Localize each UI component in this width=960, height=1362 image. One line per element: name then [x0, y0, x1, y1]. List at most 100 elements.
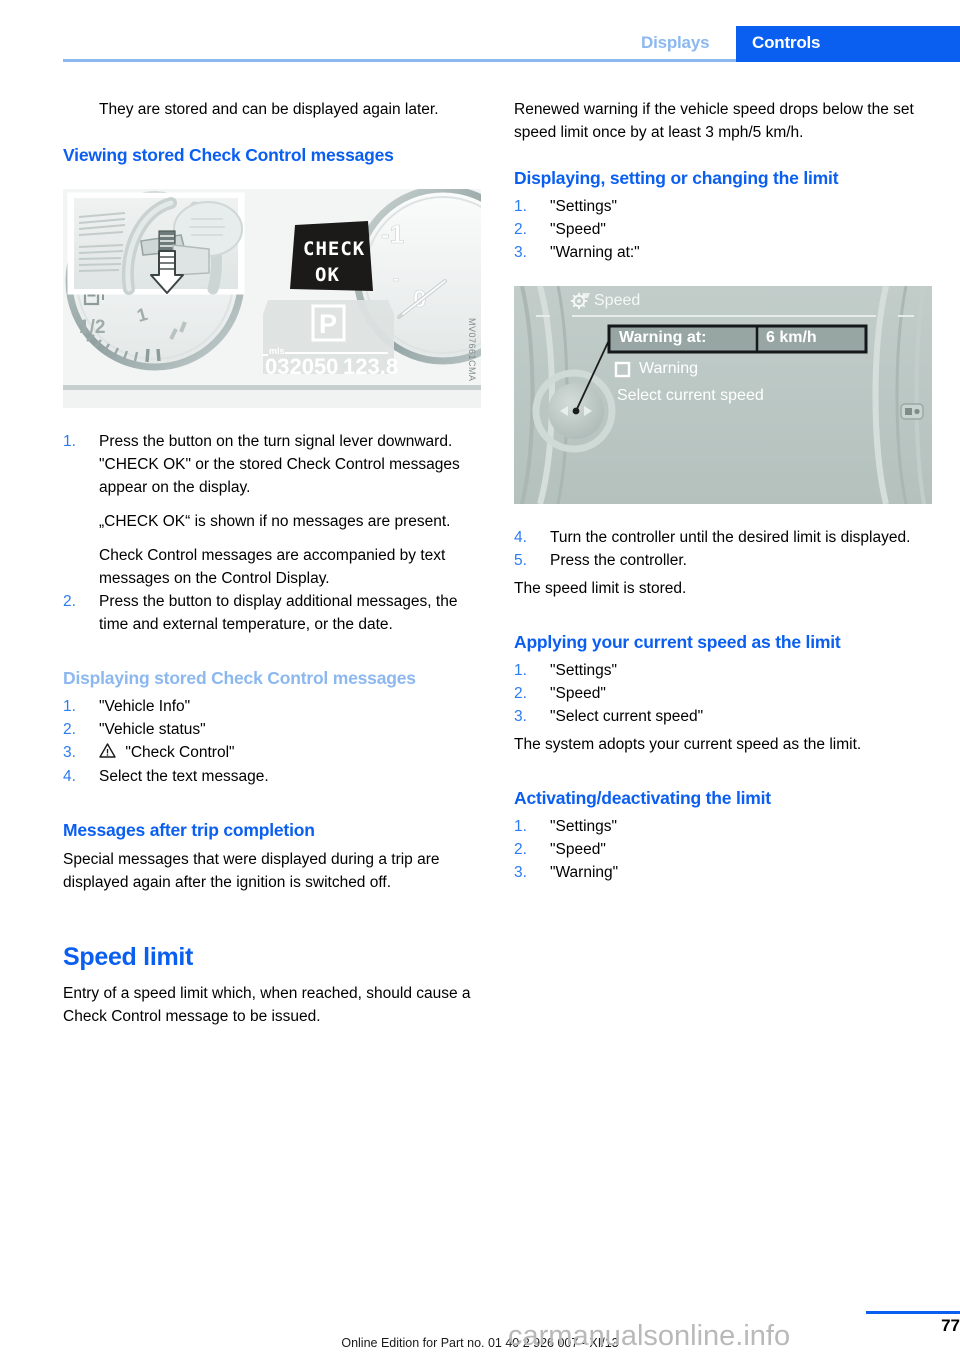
- list-item: 3. "Check Control": [63, 741, 481, 765]
- list-item: 3. "Warning at:": [514, 241, 932, 264]
- figure-idrive-speed-screen: Speed Warning at: 6 km/h Warning Select …: [514, 286, 932, 504]
- step-number: 2.: [514, 221, 527, 238]
- warning-triangle-icon: [99, 742, 116, 765]
- idrive-row-value[interactable]: 6 km/h: [766, 329, 817, 347]
- heading-activating-deactivating: Activating/deactivating the limit: [514, 788, 771, 808]
- step-text: "Select current speed": [550, 708, 704, 725]
- list-item: 2. "Speed": [514, 838, 932, 861]
- heading-displaying-setting-limit: Displaying, setting or changing the limi…: [514, 168, 839, 188]
- page-header: Displays Controls: [0, 0, 960, 62]
- step-text: Press the button on the turn signal leve…: [99, 433, 460, 496]
- list-item: 3. "Select current speed": [514, 705, 932, 728]
- step-text: Press the controller.: [550, 552, 687, 569]
- steps-applying-list: 1. "Settings" 2. "Speed" 3. "Select curr…: [514, 659, 932, 728]
- list-item: 2. Press the button to display additiona…: [63, 590, 481, 636]
- step-text: "Speed": [550, 685, 606, 702]
- step-text: "Warning": [550, 864, 619, 881]
- left-column: They are stored and can be displayed aga…: [63, 98, 481, 1028]
- steps-after-figure-list: 4. Turn the controller until the desired…: [514, 526, 932, 572]
- page-title-speed-limit: Speed limit: [63, 943, 194, 971]
- svg-text:1/2: 1/2: [79, 317, 105, 338]
- intro-paragraph: They are stored and can be displayed aga…: [99, 101, 439, 118]
- step-number: 5.: [514, 552, 527, 569]
- site-watermark: carmanualsonline.info: [508, 1320, 791, 1352]
- list-item: 4. Select the text message.: [63, 765, 481, 788]
- step-number: 2.: [63, 593, 76, 610]
- step-number: 3.: [514, 244, 527, 261]
- heading-displaying-stored-messages: Displaying stored Check Control messages: [63, 668, 416, 688]
- svg-text:123.8: 123.8: [343, 354, 398, 379]
- page-number: 77: [941, 1316, 960, 1335]
- list-item: 2. "Vehicle status": [63, 718, 481, 741]
- step-text: "Vehicle status": [99, 721, 206, 738]
- heading-viewing-stored-messages: Viewing stored Check Control messages: [63, 145, 394, 165]
- step-number: 1.: [63, 698, 76, 715]
- step-number: 2.: [514, 685, 527, 702]
- steps-viewing-list-2: 2. Press the button to display additiona…: [63, 590, 481, 636]
- svg-text:OK: OK: [315, 264, 340, 286]
- svg-text:-1: -1: [381, 219, 404, 249]
- list-item: 2. "Speed": [514, 682, 932, 705]
- svg-text:032050: 032050: [265, 354, 338, 379]
- step-text: Press the button to display additional m…: [99, 593, 458, 633]
- step-text: "Settings": [550, 198, 618, 215]
- tab-controls[interactable]: Controls: [736, 26, 960, 62]
- step-number: 1.: [514, 818, 527, 835]
- step-number: 1.: [514, 198, 527, 215]
- step-text: "Speed": [550, 841, 606, 858]
- step-text: Turn the controller until the desired li…: [550, 529, 911, 546]
- list-item: 5. Press the controller.: [514, 549, 932, 572]
- steps-displaying-list: 1. "Vehicle Info" 2. "Vehicle status" 3.…: [63, 695, 481, 788]
- step-text: "Speed": [550, 221, 606, 238]
- idrive-checkbox-label[interactable]: Warning: [639, 360, 698, 378]
- note-accompanied: Check Control messages are accompanied b…: [99, 547, 446, 587]
- svg-text:CHECK: CHECK: [303, 238, 365, 260]
- step-text: "Check Control": [125, 744, 235, 761]
- step-text: Select the text message.: [99, 768, 269, 785]
- idrive-row-label[interactable]: Warning at:: [619, 329, 706, 347]
- paragraph-renewed-warning: Renewed warning if the vehicle speed dro…: [514, 101, 914, 141]
- heading-applying-current-speed: Applying your current speed as the limit: [514, 632, 841, 652]
- steps-viewing-list: 1. Press the button on the turn signal l…: [63, 430, 481, 499]
- callout-dot: [572, 407, 580, 415]
- header-divider: [63, 59, 736, 62]
- list-item: 1. "Settings": [514, 815, 932, 838]
- list-item: 3. "Warning": [514, 861, 932, 884]
- step-number: 3.: [514, 864, 527, 881]
- list-item: 1. "Settings": [514, 659, 932, 682]
- step-text: "Vehicle Info": [99, 698, 191, 715]
- list-item: 4. Turn the controller until the desired…: [514, 526, 932, 549]
- list-item: 1. "Vehicle Info": [63, 695, 481, 718]
- step-number: 2.: [514, 841, 527, 858]
- step-number: 3.: [63, 744, 76, 761]
- idrive-select-current-speed[interactable]: Select current speed: [617, 387, 764, 405]
- tab-controls-label: Controls: [752, 33, 821, 52]
- steps-activating-list: 1. "Settings" 2. "Speed" 3. "Warning": [514, 815, 932, 884]
- step-number: 3.: [514, 708, 527, 725]
- steps-displaying-limit-list: 1. "Settings" 2. "Speed" 3. "Warning at:…: [514, 195, 932, 264]
- cluster-illustration: 1 100 1/2 -1 - 0 CHECK OK: [63, 189, 481, 408]
- figure-instrument-cluster: 1 100 1/2 -1 - 0 CHECK OK: [63, 189, 481, 408]
- svg-text:P: P: [319, 309, 337, 339]
- right-column: Renewed warning if the vehicle speed dro…: [514, 98, 932, 884]
- paragraph-system-adopts: The system adopts your current speed as …: [514, 736, 862, 753]
- figure-watermark: MV07661CMA: [467, 318, 477, 382]
- step-number: 2.: [63, 721, 76, 738]
- heading-messages-after-trip: Messages after trip completion: [63, 820, 315, 840]
- idrive-side-button: [900, 403, 924, 420]
- step-number: 1.: [63, 433, 76, 450]
- step-number: 4.: [63, 768, 76, 785]
- step-number: 1.: [514, 662, 527, 679]
- step-text: "Settings": [550, 818, 618, 835]
- step-number: 4.: [514, 529, 527, 546]
- paragraph-limit-stored: The speed limit is stored.: [514, 580, 687, 597]
- tab-displays[interactable]: Displays: [641, 33, 710, 53]
- paragraph-trip-messages: Special messages that were displayed dur…: [63, 851, 440, 891]
- svg-text:-: -: [393, 269, 399, 290]
- paragraph-speed-limit: Entry of a speed limit which, when reach…: [63, 985, 471, 1025]
- list-item: 1. "Settings": [514, 195, 932, 218]
- footer-divider: [866, 1311, 960, 1314]
- step-text: "Warning at:": [550, 244, 640, 261]
- list-item: 2. "Speed": [514, 218, 932, 241]
- list-item: 1. Press the button on the turn signal l…: [63, 430, 481, 499]
